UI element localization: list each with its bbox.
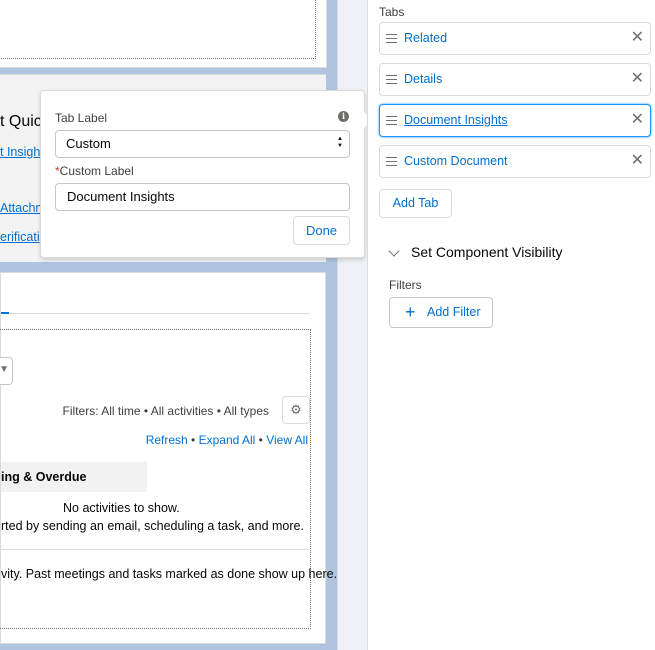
activity-filters-text: Filters: All time • All activities • All… <box>62 404 269 418</box>
activity-card: ▼ Filters: All time • All activities • A… <box>0 272 337 644</box>
properties-panel: Tabs Related ✕ Details ✕ Document Insigh… <box>367 0 655 650</box>
filters-label: Filters <box>389 278 422 292</box>
tab-label-label: Tab Label <box>55 111 108 125</box>
quick-link-verification[interactable]: erificati <box>0 230 40 244</box>
visibility-section-toggle[interactable]: Set Component Visibility <box>390 244 562 260</box>
drag-handle-icon[interactable] <box>386 116 397 125</box>
drag-handle-icon[interactable] <box>386 157 397 166</box>
close-icon[interactable]: ✕ <box>631 111 644 129</box>
info-icon[interactable]: i <box>338 111 349 122</box>
tab-label-popover: Tab Label i Custom ▲ ▼ *Custom Label Docu… <box>40 90 374 258</box>
close-icon[interactable]: ✕ <box>631 29 644 47</box>
custom-label-label: *Custom Label <box>55 164 134 178</box>
quick-link-insight[interactable]: t Insight <box>0 145 44 159</box>
tab-label-select[interactable]: Custom ▲ ▼ <box>55 130 350 158</box>
tab-item-custom-document[interactable]: Custom Document ✕ <box>379 145 651 178</box>
tab-item-details[interactable]: Details ✕ <box>379 63 651 96</box>
close-icon[interactable]: ✕ <box>631 70 644 88</box>
plus-icon: + <box>405 302 416 322</box>
select-arrows-icon: ▲ ▼ <box>337 136 343 149</box>
refresh-link[interactable]: Refresh <box>146 433 188 447</box>
activity-dropdown[interactable]: ▼ <box>0 357 13 385</box>
chevron-down-icon: ▼ <box>0 364 9 375</box>
add-tab-button[interactable]: Add Tab <box>379 189 452 218</box>
quick-link-attachment[interactable]: Attachm <box>0 201 46 215</box>
custom-label-input[interactable]: Document Insights <box>55 183 350 211</box>
done-button[interactable]: Done <box>293 216 350 245</box>
expand-all-link[interactable]: Expand All <box>199 433 256 447</box>
add-filter-button[interactable]: + Add Filter <box>389 297 493 328</box>
upcoming-overdue-header[interactable]: ing & Overdue <box>1 462 147 492</box>
past-activity-text: vity. Past meetings and tasks marked as … <box>1 567 337 581</box>
tabs-label: Tabs <box>379 5 405 19</box>
no-activities-text: No activities to show. <box>63 501 180 515</box>
top-card <box>0 0 327 68</box>
filter-settings-button[interactable]: ⚙ <box>282 396 310 424</box>
gear-icon: ⚙ <box>290 402 302 417</box>
get-started-text: rted by sending an email, scheduling a t… <box>1 519 304 533</box>
view-all-link[interactable]: View All <box>266 433 308 447</box>
close-icon[interactable]: ✕ <box>631 152 644 170</box>
tab-item-document-insights[interactable]: Document Insights ✕ <box>379 104 651 137</box>
divider <box>1 549 309 550</box>
tab-underline <box>1 312 309 314</box>
tab-item-related[interactable]: Related ✕ <box>379 22 651 55</box>
drag-handle-icon[interactable] <box>386 34 397 43</box>
drag-handle-icon[interactable] <box>386 75 397 84</box>
activity-links: Refresh • Expand All • View All <box>145 433 308 447</box>
